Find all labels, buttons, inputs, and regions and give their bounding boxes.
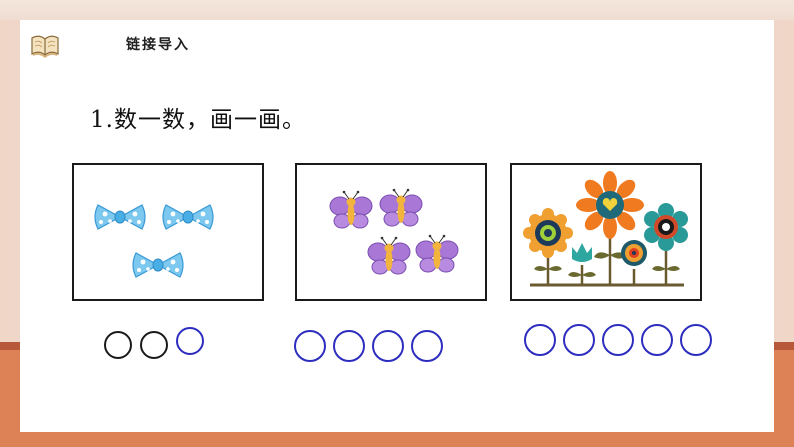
butterfly-icon: [379, 188, 423, 227]
flower-answer-circles: [524, 324, 712, 356]
flower-icon: [572, 243, 592, 262]
answer-circle[interactable]: [524, 324, 556, 356]
background-top: [0, 0, 794, 20]
answer-circle[interactable]: [563, 324, 595, 356]
answer-circle[interactable]: [104, 331, 132, 359]
flower-icon: [644, 203, 688, 251]
butterfly-icon: [367, 236, 411, 275]
butterfly-illustration: [329, 188, 459, 275]
butterfly-answer-circles: [294, 330, 443, 362]
answer-circle[interactable]: [140, 331, 168, 359]
flower-picture-box: [510, 163, 702, 301]
section-title: 链接导入: [126, 37, 190, 53]
bow-icon: [162, 204, 214, 230]
answer-circle[interactable]: [411, 330, 443, 362]
bow-icon: [132, 252, 184, 278]
bow-picture-box: [72, 163, 264, 301]
answer-circle[interactable]: [176, 327, 204, 355]
flower-icon: [576, 171, 644, 239]
answer-circle[interactable]: [680, 324, 712, 356]
butterfly-picture-box: [295, 163, 487, 301]
answer-circle[interactable]: [372, 330, 404, 362]
flower-illustration: [523, 171, 688, 287]
answer-circle[interactable]: [602, 324, 634, 356]
bow-icon: [94, 204, 146, 230]
answer-circle[interactable]: [333, 330, 365, 362]
butterfly-icon: [415, 234, 459, 273]
bow-answer-circles: [104, 327, 204, 359]
answer-circle[interactable]: [641, 324, 673, 356]
question-text: 1.数一数，画一画。: [90, 107, 306, 133]
flower-icon: [621, 240, 647, 266]
slide-canvas: 链接导入 1.数一数，画一画。: [20, 20, 774, 432]
book-icon: [31, 35, 59, 58]
answer-circle[interactable]: [294, 330, 326, 362]
header: [30, 32, 60, 58]
flower-icon: [523, 208, 573, 258]
bow-illustration: [94, 204, 214, 278]
butterfly-icon: [329, 190, 373, 229]
